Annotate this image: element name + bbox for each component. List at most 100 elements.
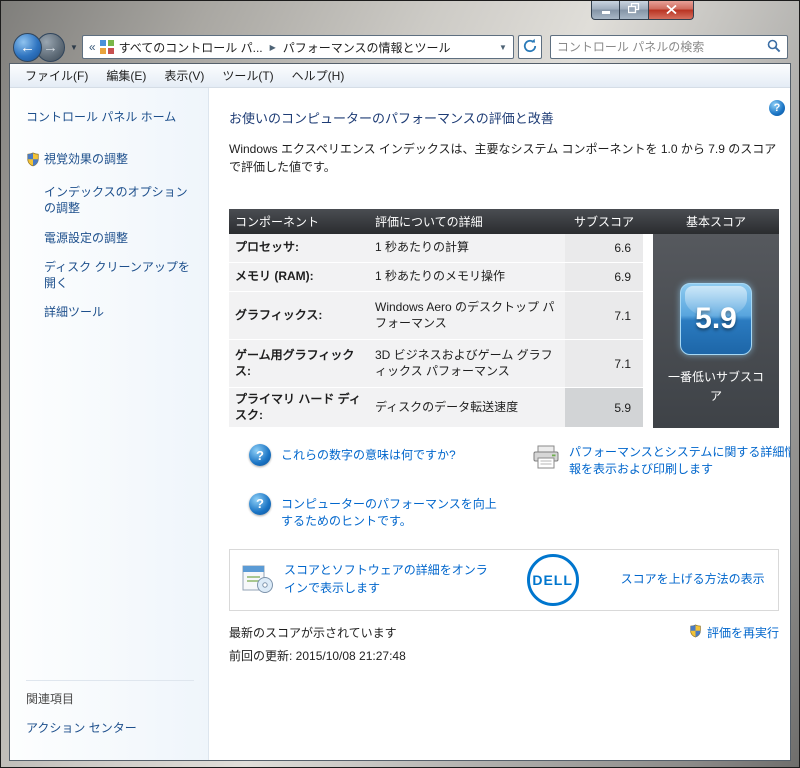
component-detail: ディスクのデータ転送速度 xyxy=(375,399,519,414)
sidebar-item-control-panel-home[interactable]: コントロール パネル ホーム xyxy=(26,108,198,125)
links-row-1: ? これらの数字の意味は何ですか? パフォーマンスとシステムに関する詳細情報を表… xyxy=(229,444,790,479)
sidebar-item-label: 詳細ツール xyxy=(44,305,105,320)
link-print-details[interactable]: パフォーマンスとシステムに関する詳細情報を表示および印刷します xyxy=(531,444,790,479)
breadcrumb[interactable]: « すべてのコントロール パ... ▶ パフォーマンスの情報とツール ▼ xyxy=(81,35,514,59)
sidebar-item-adjust-indexing-options[interactable]: インデックスのオプションの調整 xyxy=(26,184,198,216)
component-detail: 1 秒あたりの計算 xyxy=(375,240,470,255)
dell-logo: DELL xyxy=(526,553,579,606)
table-rows: プロセッサ: 1 秒あたりの計算 6.6 メモリ (RAM): 1 秒あたりのメ… xyxy=(229,234,643,428)
search-icon[interactable] xyxy=(767,39,781,56)
breadcrumb-overflow-icon[interactable]: « xyxy=(89,40,96,54)
link-performance-tips[interactable]: ? コンピューターのパフォーマンスを向上するためのヒントです。 xyxy=(249,492,531,531)
component-name: ゲーム用グラフィックス: xyxy=(235,347,355,378)
restore-button[interactable] xyxy=(620,1,648,20)
rerun-assessment[interactable]: 評価を再実行 xyxy=(689,624,779,641)
forward-arrow-icon: → xyxy=(43,38,58,56)
uac-shield-icon xyxy=(689,624,702,641)
printer-icon xyxy=(531,444,561,475)
header-component: コンポーネント xyxy=(235,215,320,229)
sidebar-item-adjust-visual-effects[interactable]: 視覚効果の調整 xyxy=(26,151,198,171)
breadcrumb-current[interactable]: パフォーマンスの情報とツール xyxy=(283,39,451,56)
sidebar-item-label: 電源設定の調整 xyxy=(44,230,129,245)
navigation-bar: ← → ▼ « すべてのコントロール パ... ▶ パフォーマンスの情報とツール… xyxy=(9,31,791,63)
subscore-value: 7.1 xyxy=(565,292,643,339)
menu-file[interactable]: ファイル(F) xyxy=(16,67,97,84)
latest-score-text: 最新のスコアが示されています xyxy=(229,625,397,640)
component-detail: 3D ビジネスおよびゲーム グラフィックス パフォーマンス xyxy=(375,347,553,378)
performance-tips-link[interactable]: コンピューターのパフォーマンスを向上するためのヒントです。 xyxy=(281,496,503,531)
table-row: グラフィックス: Windows Aero のデスクトップ パフォーマンス 7.… xyxy=(229,292,643,340)
title-bar xyxy=(9,1,791,31)
window-client-area: ファイル(F) 編集(E) 表示(V) ツール(T) ヘルプ(H) コントロール… xyxy=(9,63,791,761)
explorer-window: ← → ▼ « すべてのコントロール パ... ▶ パフォーマンスの情報とツール… xyxy=(0,0,800,768)
component-name: メモリ (RAM): xyxy=(235,269,314,284)
print-details-link[interactable]: パフォーマンスとシステムに関する詳細情報を表示および印刷します xyxy=(569,444,790,479)
rerun-assessment-link[interactable]: 評価を再実行 xyxy=(707,624,779,641)
close-icon xyxy=(665,3,677,17)
component-detail: Windows Aero のデスクトップ パフォーマンス xyxy=(375,299,555,330)
sidebar-item-label: インデックスのオプションの調整 xyxy=(44,185,188,216)
main-pane: ? お使いのコンピューターのパフォーマンスの評価と改善 Windows エクスペ… xyxy=(209,88,790,760)
minimize-button[interactable] xyxy=(591,1,620,20)
minimize-icon xyxy=(601,3,611,17)
subscore-value: 7.1 xyxy=(565,340,643,387)
control-panel-icon xyxy=(99,40,114,54)
component-name: プロセッサ: xyxy=(235,240,299,255)
sidebar: コントロール パネル ホーム 視覚効果の調整 インデックスのオプションの調整 電… xyxy=(10,88,209,760)
menu-view[interactable]: 表示(V) xyxy=(155,67,213,84)
refresh-button[interactable] xyxy=(517,35,542,59)
status-row: 最新のスコアが示されています 評価を再実行 xyxy=(229,624,779,641)
online-score-details-link[interactable]: スコアとソフトウェアの詳細をオンラインで表示します xyxy=(284,562,489,597)
link-what-numbers-mean[interactable]: ? これらの数字の意味は何ですか? xyxy=(249,444,531,479)
sidebar-related-section: 関連項目 アクション センター xyxy=(26,680,194,736)
breadcrumb-separator-icon[interactable]: ▶ xyxy=(270,43,276,52)
partner-box: スコアとソフトウェアの詳細をオンラインで表示します DELL スコアを上げる方法… xyxy=(229,548,779,611)
subscore-value: 6.9 xyxy=(565,263,643,291)
last-update-text: 前回の更新: 2015/10/08 21:27:48 xyxy=(229,648,406,663)
close-button[interactable] xyxy=(648,1,694,20)
header-base-score: 基本スコア xyxy=(685,215,746,229)
breadcrumb-root[interactable]: すべてのコントロール パ... xyxy=(119,39,263,56)
table-row: プライマリ ハード ディスク: ディスクのデータ転送速度 5.9 xyxy=(229,388,643,428)
table-row: プロセッサ: 1 秒あたりの計算 6.6 xyxy=(229,234,643,263)
sidebar-item-label: 視覚効果の調整 xyxy=(44,152,129,166)
question-icon: ? xyxy=(249,444,271,466)
base-score-panel: 5.9 一番低いサブスコア xyxy=(653,234,779,428)
sidebar-item-open-disk-cleanup[interactable]: ディスク クリーンアップを開く xyxy=(26,259,198,291)
question-icon: ? xyxy=(249,492,271,515)
search-input[interactable] xyxy=(556,40,767,54)
menu-bar: ファイル(F) 編集(E) 表示(V) ツール(T) ヘルプ(H) xyxy=(10,64,790,88)
table-row: ゲーム用グラフィックス: 3D ビジネスおよびゲーム グラフィックス パフォーマ… xyxy=(229,340,643,388)
improve-score-link[interactable]: スコアを上げる方法の表示 xyxy=(621,571,778,588)
sidebar-item-advanced-tools[interactable]: 詳細ツール xyxy=(26,304,198,320)
breadcrumb-dropdown-icon[interactable]: ▼ xyxy=(491,43,507,52)
back-arrow-icon: ← xyxy=(20,38,35,56)
menu-help[interactable]: ヘルプ(H) xyxy=(283,67,354,84)
sidebar-item-adjust-power-settings[interactable]: 電源設定の調整 xyxy=(26,230,198,246)
what-numbers-mean-link[interactable]: これらの数字の意味は何ですか? xyxy=(281,447,456,464)
related-items-header: 関連項目 xyxy=(26,680,194,707)
subscore-value-lowest: 5.9 xyxy=(565,388,643,427)
restore-icon xyxy=(627,2,640,17)
base-score-badge: 5.9 xyxy=(680,283,752,355)
software-box-icon xyxy=(240,561,274,598)
links-row-2: ? コンピューターのパフォーマンスを向上するためのヒントです。 xyxy=(229,492,790,531)
component-detail: 1 秒あたりのメモリ操作 xyxy=(375,269,506,284)
subscore-value: 6.6 xyxy=(565,234,643,262)
header-detail: 評価についての詳細 xyxy=(375,215,483,229)
refresh-icon xyxy=(522,38,538,57)
page-description: Windows エクスペリエンス インデックスは、主要なシステム コンポーネント… xyxy=(229,142,777,174)
base-score-caption: 一番低いサブスコア xyxy=(667,370,764,403)
component-name: グラフィックス: xyxy=(235,307,323,322)
help-icon[interactable]: ? xyxy=(769,100,785,116)
component-name: プライマリ ハード ディスク: xyxy=(235,391,361,422)
history-dropdown[interactable]: ▼ xyxy=(70,43,78,52)
menu-tools[interactable]: ツール(T) xyxy=(213,67,282,84)
caption-buttons xyxy=(591,1,694,20)
table-header-row: コンポーネント 評価についての詳細 サブスコア 基本スコア xyxy=(229,209,779,234)
back-button[interactable]: ← xyxy=(13,32,42,62)
sidebar-item-action-center[interactable]: アクション センター xyxy=(26,719,194,736)
search-box xyxy=(549,35,788,59)
menu-edit[interactable]: 編集(E) xyxy=(97,67,155,84)
page-title: お使いのコンピューターのパフォーマンスの評価と改善 xyxy=(229,111,554,126)
